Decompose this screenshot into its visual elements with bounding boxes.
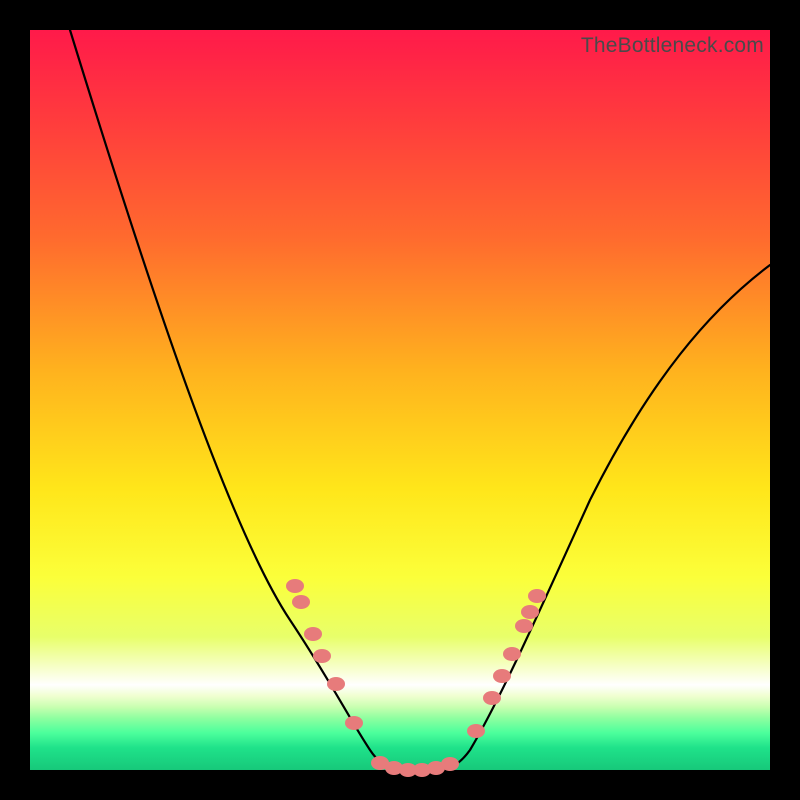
curve-marker: [327, 677, 345, 691]
curve-markers: [286, 579, 546, 777]
chart-stage: TheBottleneck.com: [0, 0, 800, 800]
plot-area: TheBottleneck.com: [30, 30, 770, 770]
curve-marker: [467, 724, 485, 738]
curve-marker: [503, 647, 521, 661]
curve-marker: [292, 595, 310, 609]
curve-marker: [515, 619, 533, 633]
curve-marker: [521, 605, 539, 619]
curve-marker: [483, 691, 501, 705]
curve-marker: [286, 579, 304, 593]
curve-marker: [313, 649, 331, 663]
curve-marker: [441, 757, 459, 771]
curve-marker: [345, 716, 363, 730]
curve-marker: [528, 589, 546, 603]
bottleneck-curve: [70, 30, 770, 770]
curve-marker: [493, 669, 511, 683]
curve-marker: [304, 627, 322, 641]
curve-layer: [30, 30, 770, 770]
